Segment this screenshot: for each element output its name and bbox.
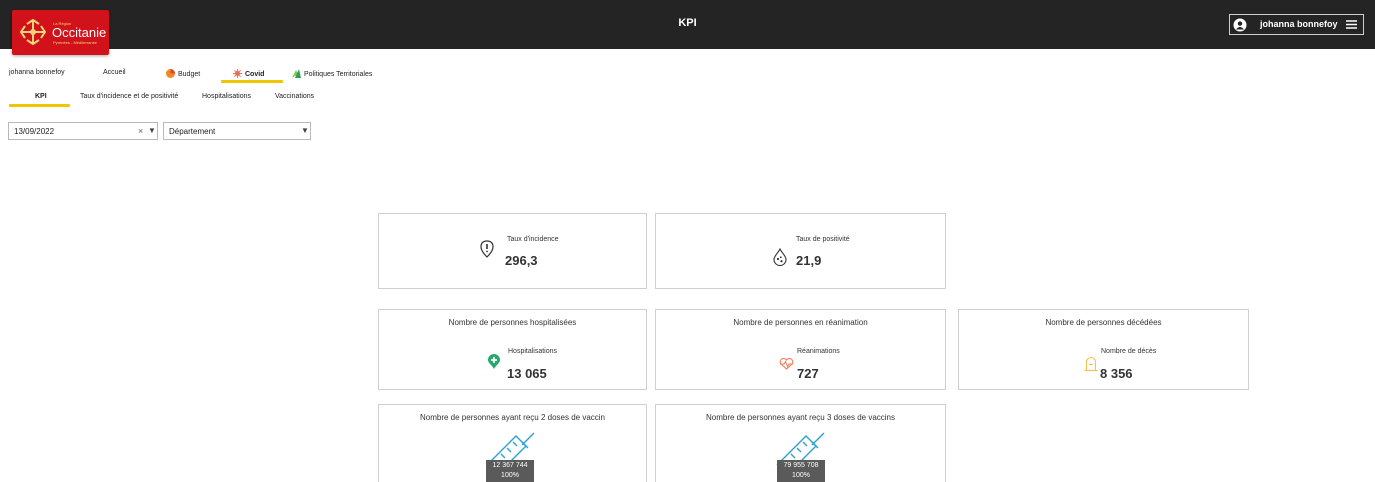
nav-politiques-label: Politiques Territoriales: [304, 71, 373, 78]
hospit-title: Nombre de personnes hospitalisées: [448, 318, 577, 327]
department-dropdown-arrow[interactable]: ▼: [301, 126, 309, 135]
top-bar: La Région Occitanie Pyrénées - Méditerra…: [0, 0, 1375, 55]
alert-shield-icon: [480, 240, 494, 258]
vacc3-value: 79 955 708: [783, 462, 819, 469]
incidence-value: 296,3: [505, 253, 538, 268]
tombstone-icon: [1084, 356, 1098, 372]
rea-title: Nombre de personnes en réanimation: [733, 318, 868, 327]
deces-value: 8 356: [1100, 366, 1133, 381]
tab-incidence[interactable]: Taux d'incidence et de positivité: [80, 93, 178, 100]
nav-active-underline: [221, 80, 283, 83]
vacc3-count-label: 79 955 708 100%: [777, 460, 825, 482]
positivite-label: Taux de positivité: [796, 236, 850, 243]
vacc2-count-label: 12 367 744 100%: [486, 460, 534, 482]
kpi-card-incidence: Taux d'incidence 296,3: [378, 213, 647, 289]
covid-virus-icon: [233, 69, 242, 78]
vacc3-title: Nombre de personnes ayant reçu 3 doses d…: [706, 413, 895, 422]
nav-covid-label: Covid: [245, 71, 265, 78]
department-value: Département: [169, 127, 216, 136]
vacc2-percent: 100%: [501, 472, 519, 479]
kpi-card-vaccin-3doses: Nombre de personnes ayant reçu 3 doses d…: [655, 404, 946, 482]
user-menu-button[interactable]: johanna bonnefoy: [1229, 14, 1364, 35]
tab-vaccinations[interactable]: Vaccinations: [275, 93, 314, 100]
vacc2-value: 12 367 744: [492, 462, 528, 469]
hospit-label: Hospitalisations: [508, 348, 558, 355]
nav-politiques[interactable]: Politiques Territoriales: [292, 69, 372, 78]
droplet-icon: [773, 248, 787, 266]
clear-date-button[interactable]: ×: [138, 126, 143, 136]
user-name: johanna bonnefoy: [1260, 19, 1338, 29]
tab-hospitalisations[interactable]: Hospitalisations: [202, 93, 251, 100]
page-title: KPI: [678, 17, 697, 29]
kpi-card-reanimations: Nombre de personnes en réanimation Réani…: [655, 309, 946, 390]
deces-label: Nombre de décès: [1101, 348, 1157, 355]
kpi-card-vaccin-2doses: Nombre de personnes ayant reçu 2 doses d…: [378, 404, 647, 482]
nav-user[interactable]: johanna bonnefoy: [9, 69, 65, 76]
hospital-pin-icon: [488, 354, 500, 369]
budget-icon: [166, 69, 175, 78]
logo-subtitle-text: Pyrénées - Méditerranée: [53, 40, 98, 45]
rea-label: Réanimations: [797, 348, 840, 355]
hospit-value: 13 065: [507, 366, 547, 381]
nav-budget-label: Budget: [178, 71, 201, 78]
nav-budget[interactable]: Budget: [166, 69, 200, 78]
nav-home[interactable]: Accueil: [103, 69, 126, 76]
date-value: 13/09/2022: [14, 127, 55, 136]
date-dropdown-arrow[interactable]: ▼: [148, 126, 156, 135]
politiques-icon: [292, 69, 301, 78]
incidence-label: Taux d'incidence: [507, 236, 559, 243]
kpi-card-deces: Nombre de personnes décédées Nombre de d…: [958, 309, 1249, 390]
deces-title: Nombre de personnes décédées: [1045, 318, 1162, 327]
kpi-card-hospitalisations: Nombre de personnes hospitalisées Hospit…: [378, 309, 647, 390]
positivite-value: 21,9: [796, 253, 822, 268]
nav-covid[interactable]: Covid: [233, 69, 264, 78]
date-select[interactable]: 13/09/2022 × ▼: [8, 122, 158, 140]
heartbeat-icon: [779, 358, 794, 370]
subnav-active-underline: [9, 104, 70, 107]
user-avatar-icon: [1233, 18, 1247, 32]
department-select[interactable]: Département ▼: [163, 122, 311, 140]
rea-value: 727: [797, 366, 819, 381]
tab-kpi[interactable]: KPI: [35, 93, 47, 100]
hamburger-menu-icon[interactable]: [1346, 19, 1357, 30]
kpi-card-positivite: Taux de positivité 21,9: [655, 213, 946, 289]
vacc2-title: Nombre de personnes ayant reçu 2 doses d…: [420, 413, 605, 422]
vacc3-percent: 100%: [792, 472, 810, 479]
